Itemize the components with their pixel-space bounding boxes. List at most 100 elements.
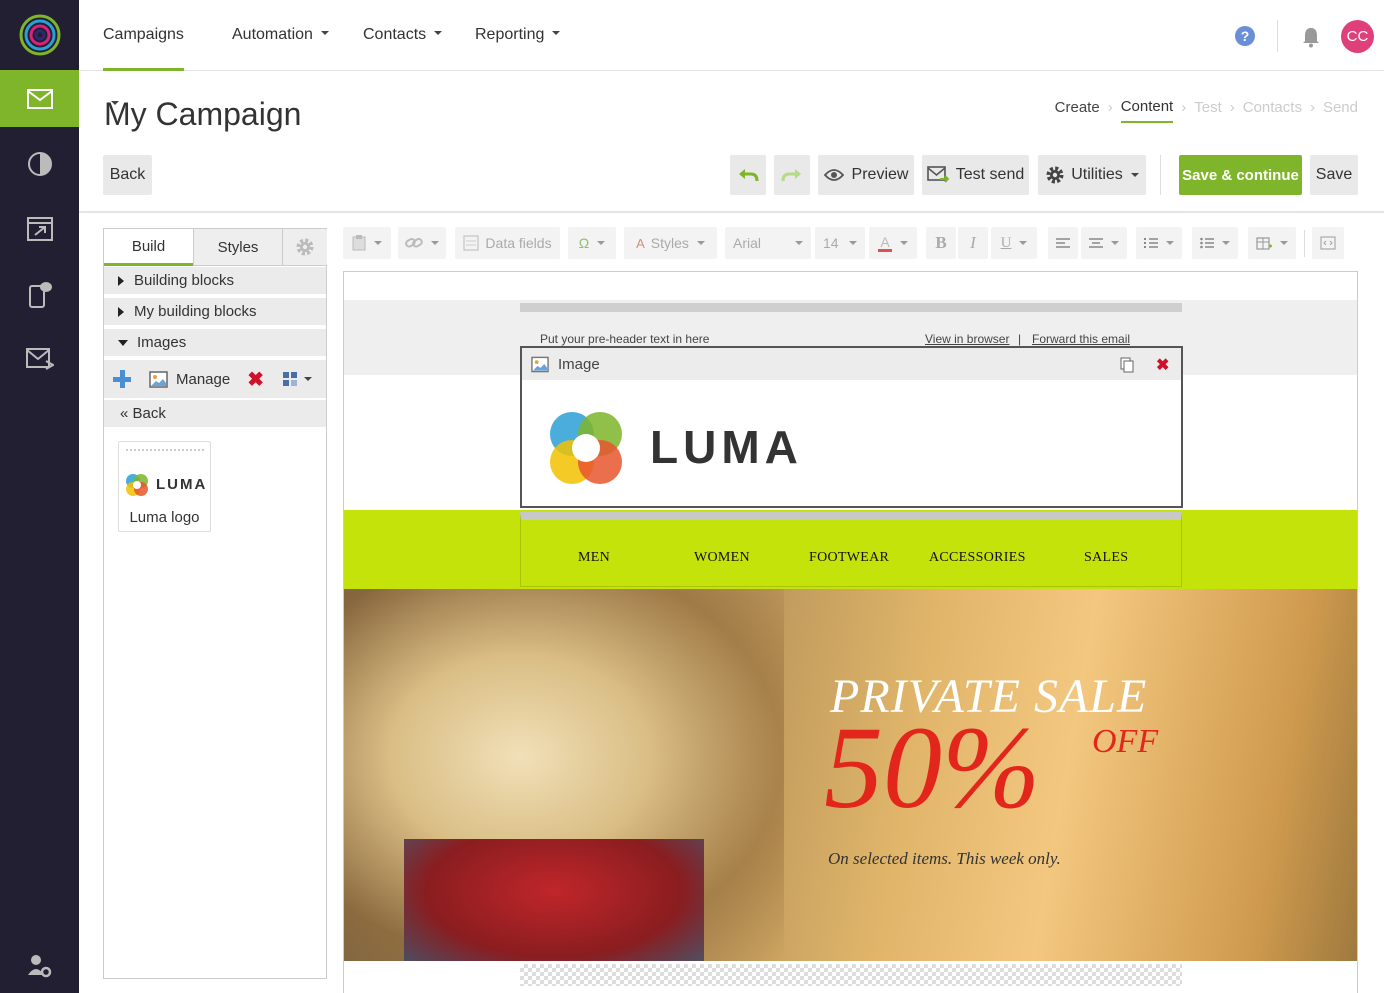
luma-logo-text: LUMA: [650, 421, 803, 473]
help-icon[interactable]: ?: [1235, 26, 1255, 46]
left-rail: [0, 0, 79, 993]
section-label: Images: [137, 334, 187, 351]
user-settings-icon[interactable]: [0, 937, 79, 993]
hero-subtitle: On selected items. This week only.: [828, 849, 1061, 868]
italic-button[interactable]: I: [958, 227, 988, 259]
source-button[interactable]: [1312, 227, 1344, 259]
link-divider: |: [1018, 332, 1022, 346]
manage-button[interactable]: Manage: [149, 371, 230, 388]
luma-logo-text: LUMA: [156, 476, 208, 493]
bullet-list-icon: [1200, 237, 1214, 249]
email-icon[interactable]: [0, 70, 79, 127]
font-size-select[interactable]: 14: [815, 227, 865, 259]
text-color-icon: A: [878, 233, 892, 252]
chevron-down-icon: [1222, 241, 1230, 245]
italic-icon: I: [970, 233, 976, 252]
save-continue-button[interactable]: Save & continue: [1179, 155, 1302, 195]
tab-build[interactable]: Build: [104, 229, 193, 266]
copy-icon[interactable]: [1120, 357, 1134, 373]
forward-email-link[interactable]: Forward this email: [1032, 332, 1130, 346]
preview-button[interactable]: Preview: [818, 155, 914, 195]
page-title: My Campaign: [104, 96, 302, 132]
bullet-list-button[interactable]: [1192, 227, 1238, 259]
font-select[interactable]: Arial: [725, 227, 811, 259]
redo-button[interactable]: [774, 155, 810, 195]
email-nav-block[interactable]: MEN WOMEN FOOTWEAR ACCESSORIES SALES: [520, 512, 1182, 587]
font-size-label: 14: [823, 235, 839, 251]
special-char-button[interactable]: Ω: [568, 227, 616, 259]
omega-icon: Ω: [578, 235, 590, 251]
tab-settings[interactable]: [282, 229, 327, 266]
step-contacts: Contacts: [1242, 99, 1302, 116]
drag-handle[interactable]: [125, 448, 205, 452]
logo-icon[interactable]: [0, 0, 79, 70]
save-button[interactable]: Save: [1310, 155, 1358, 195]
email-menu-accessories[interactable]: ACCESSORIES: [929, 550, 1026, 566]
view-in-browser-link[interactable]: View in browser: [925, 332, 1009, 346]
email-menu-men[interactable]: MEN: [578, 550, 610, 566]
underline-button[interactable]: U: [991, 227, 1037, 259]
email-canvas[interactable]: Put your pre-header text in here View in…: [343, 271, 1358, 993]
drop-zone-placeholder[interactable]: [520, 964, 1182, 986]
email-menu-women[interactable]: WOMEN: [694, 550, 750, 566]
manage-label: Manage: [176, 370, 231, 388]
email-menu-footwear[interactable]: FOOTWEAR: [809, 550, 889, 566]
nav-contacts[interactable]: Contacts: [363, 0, 443, 71]
hero-percent: 50%: [824, 702, 1041, 833]
undo-button[interactable]: [730, 155, 766, 195]
preheader-text[interactable]: Put your pre-header text in here: [540, 332, 709, 346]
text-color-button[interactable]: A: [869, 227, 917, 259]
paste-button[interactable]: [343, 227, 391, 259]
gear-icon: [296, 238, 314, 256]
styles-dropdown[interactable]: A Styles: [624, 227, 717, 259]
section-my-building-blocks[interactable]: My building blocks: [104, 298, 326, 327]
nav-campaigns[interactable]: Campaigns: [103, 0, 184, 105]
delete-icon[interactable]: ✖: [247, 367, 264, 392]
data-fields-button[interactable]: Data fields: [455, 227, 560, 259]
remove-block-icon[interactable]: ✖: [1156, 355, 1169, 375]
hero-banner[interactable]: PRIVATE SALE 50% OFF On selected items. …: [344, 589, 1357, 961]
step-content[interactable]: Content: [1120, 98, 1174, 123]
paste-icon: [352, 235, 366, 251]
add-icon[interactable]: [113, 370, 131, 388]
top-nav: Campaigns Automation Contacts Reporting …: [79, 0, 1384, 105]
numbered-list-button[interactable]: [1136, 227, 1182, 259]
table-button[interactable]: [1248, 227, 1296, 259]
breadcrumb: Create › Content › Test › Contacts › Sen…: [1055, 98, 1358, 123]
section-images[interactable]: Images: [104, 329, 326, 358]
reports-icon[interactable]: [0, 135, 79, 192]
app-root: Campaigns Automation Contacts Reporting …: [0, 0, 1384, 993]
email-menu-sales[interactable]: SALES: [1084, 550, 1128, 566]
chevron-down-icon: [118, 339, 128, 346]
preview-label: Preview: [851, 166, 909, 183]
align-center-button[interactable]: [1081, 227, 1127, 259]
bold-button[interactable]: B: [926, 227, 956, 259]
images-back-link[interactable]: « Back: [104, 400, 326, 427]
image-block[interactable]: Image ✖ LUMA: [520, 346, 1183, 508]
align-left-button[interactable]: [1048, 227, 1078, 259]
nav-automation[interactable]: Automation: [232, 0, 329, 71]
undo-icon: [739, 169, 759, 182]
section-building-blocks[interactable]: Building blocks: [104, 267, 326, 296]
test-send-button[interactable]: Test send: [922, 155, 1029, 195]
link-button[interactable]: [398, 227, 446, 259]
chevron-down-icon: [849, 241, 857, 245]
image-thumbnail[interactable]: LUMA Luma logo: [118, 441, 211, 532]
build-panel: Build Styles Building blocks My building…: [103, 228, 327, 979]
avatar[interactable]: CC: [1341, 20, 1374, 53]
automation-icon[interactable]: [0, 200, 79, 257]
images-toolbar: Manage ✖: [104, 360, 326, 398]
chevron-down-icon: [303, 377, 312, 381]
nav-reporting[interactable]: Reporting: [475, 0, 561, 71]
nav-contacts-label: Contacts: [363, 26, 427, 43]
view-grid-icon[interactable]: [282, 371, 312, 387]
numbered-list-icon: [1144, 238, 1158, 248]
step-create[interactable]: Create: [1055, 99, 1100, 122]
test-send-icon: [926, 166, 949, 183]
back-button[interactable]: Back: [103, 155, 152, 195]
utilities-button[interactable]: Utilities: [1038, 155, 1146, 195]
mobile-icon[interactable]: [0, 265, 79, 322]
bell-icon[interactable]: [1301, 26, 1321, 48]
tab-styles[interactable]: Styles: [193, 229, 282, 266]
inbox-icon[interactable]: [0, 330, 79, 387]
